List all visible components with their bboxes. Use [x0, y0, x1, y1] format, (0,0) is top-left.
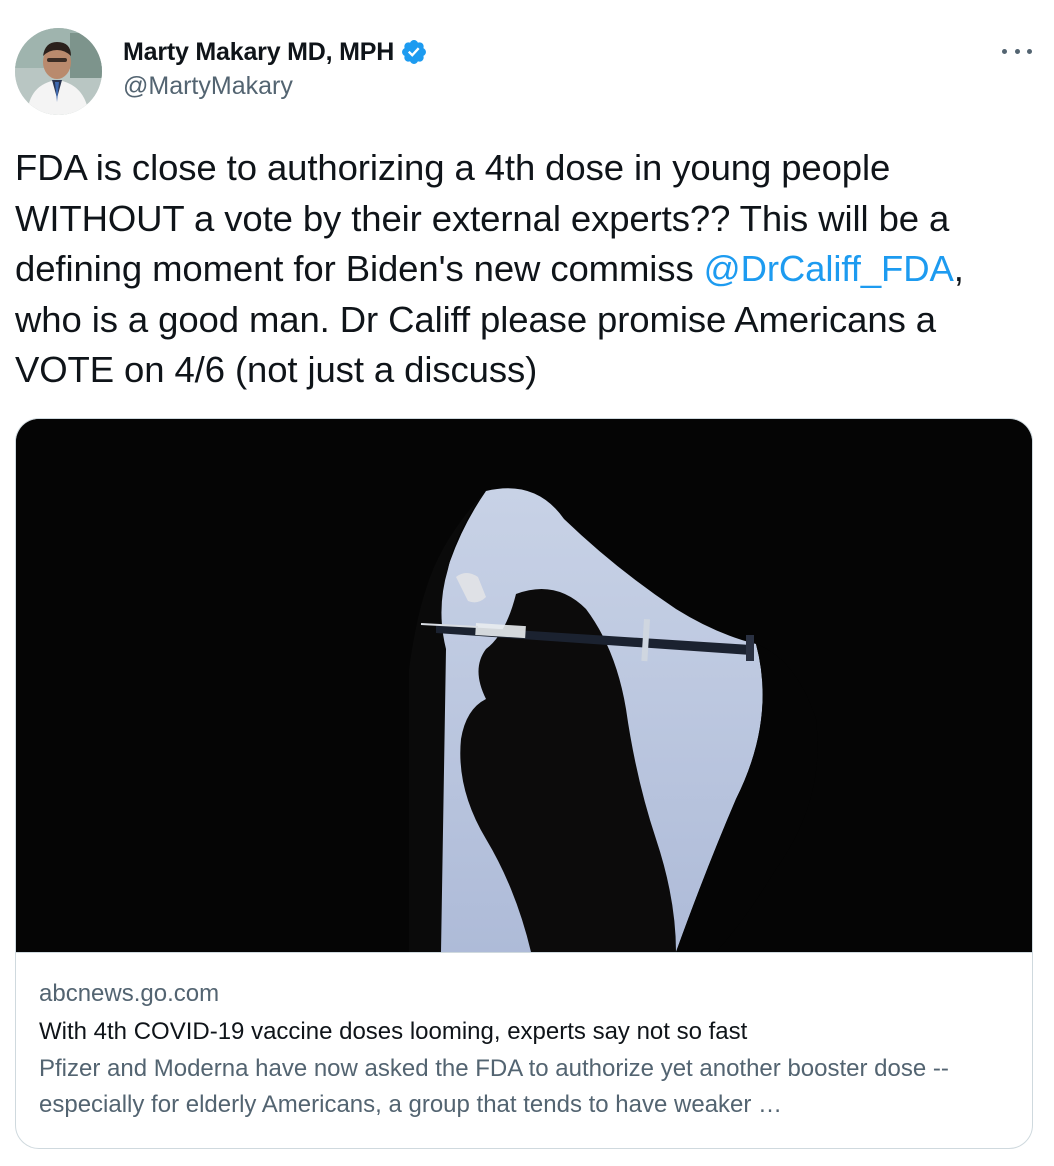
handle[interactable]: @MartyMakary — [123, 72, 428, 101]
link-card-title: With 4th COVID-19 vaccine doses looming,… — [39, 1018, 748, 1045]
more-options-button[interactable] — [1002, 40, 1032, 62]
mention-link[interactable]: @DrCaliff_FDA — [704, 248, 954, 289]
more-horizontal-icon — [1002, 48, 1007, 54]
link-card-domain: abcnews.go.com — [39, 980, 220, 1007]
tweet-text: FDA is close to authorizing a 4th dose i… — [15, 143, 1035, 396]
profile-photo-icon — [15, 28, 102, 115]
link-card-image[interactable] — [16, 419, 1032, 952]
display-name[interactable]: Marty Makary MD, MPH — [123, 38, 394, 67]
more-horizontal-icon-dot — [1027, 48, 1032, 54]
verified-badge-icon — [402, 40, 427, 64]
name-row: Marty Makary MD, MPH — [123, 36, 428, 68]
avatar[interactable] — [15, 28, 102, 115]
link-card[interactable]: abcnews.go.com With 4th COVID-19 vaccine… — [15, 418, 1033, 1149]
vaccine-syringe-photo-icon — [16, 419, 1032, 952]
author-block: Marty Makary MD, MPH @MartyMakary — [123, 36, 428, 101]
more-horizontal-icon-dot — [1014, 48, 1020, 54]
tweet: Marty Makary MD, MPH @MartyMakary FDA is… — [0, 0, 1054, 1166]
link-card-meta: abcnews.go.com With 4th COVID-19 vaccine… — [16, 952, 1032, 1123]
link-card-description: Pfizer and Moderna have now asked the FD… — [39, 1055, 949, 1118]
